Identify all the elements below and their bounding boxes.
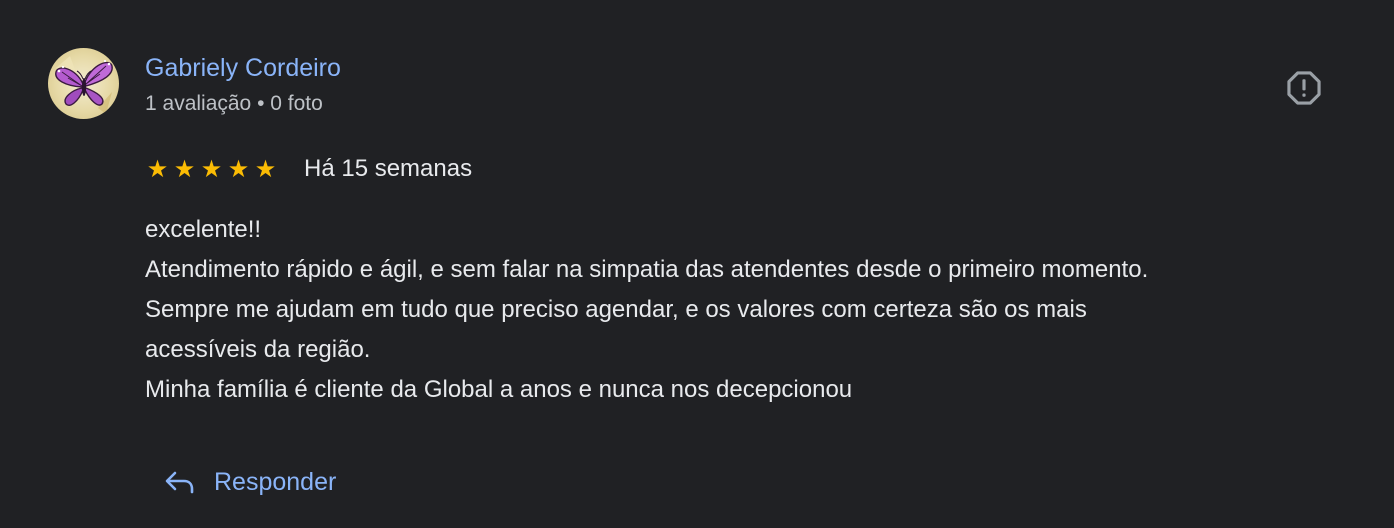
reply-button[interactable]: Responder [150, 456, 350, 508]
review-line: Minha família é cliente da Global a anos… [145, 376, 853, 403]
star-icon: ★ [227, 155, 250, 183]
star-icon: ★ [200, 155, 223, 183]
report-icon [1287, 71, 1321, 105]
review-line: excelente!! [145, 216, 262, 243]
review-line: Sempre me ajudam em tudo que preciso age… [145, 296, 1087, 323]
star-rating: ★ ★ ★ ★ ★ [145, 157, 278, 181]
author-meta: 1 avaliação • 0 foto [145, 92, 323, 115]
star-icon: ★ [146, 155, 169, 183]
author-avatar[interactable] [48, 48, 119, 119]
review-line: Atendimento rápido e ágil, e sem falar n… [145, 256, 1149, 283]
rating-row: ★ ★ ★ ★ ★ Há 15 semanas [145, 152, 472, 186]
reply-arrow-icon [165, 471, 194, 494]
review-date: Há 15 semanas [304, 155, 473, 182]
review-card: Gabriely Cordeiro 1 avaliação • 0 foto ★… [0, 0, 1394, 528]
report-button[interactable] [1280, 64, 1328, 112]
star-icon: ★ [254, 155, 277, 183]
butterfly-icon [55, 56, 113, 114]
review-text: excelente!! Atendimento rápido e ágil, e… [145, 210, 1375, 410]
reply-label: Responder [214, 467, 337, 496]
review-line: acessíveis da região. [145, 336, 371, 363]
star-icon: ★ [173, 155, 196, 183]
author-name[interactable]: Gabriely Cordeiro [145, 52, 341, 84]
